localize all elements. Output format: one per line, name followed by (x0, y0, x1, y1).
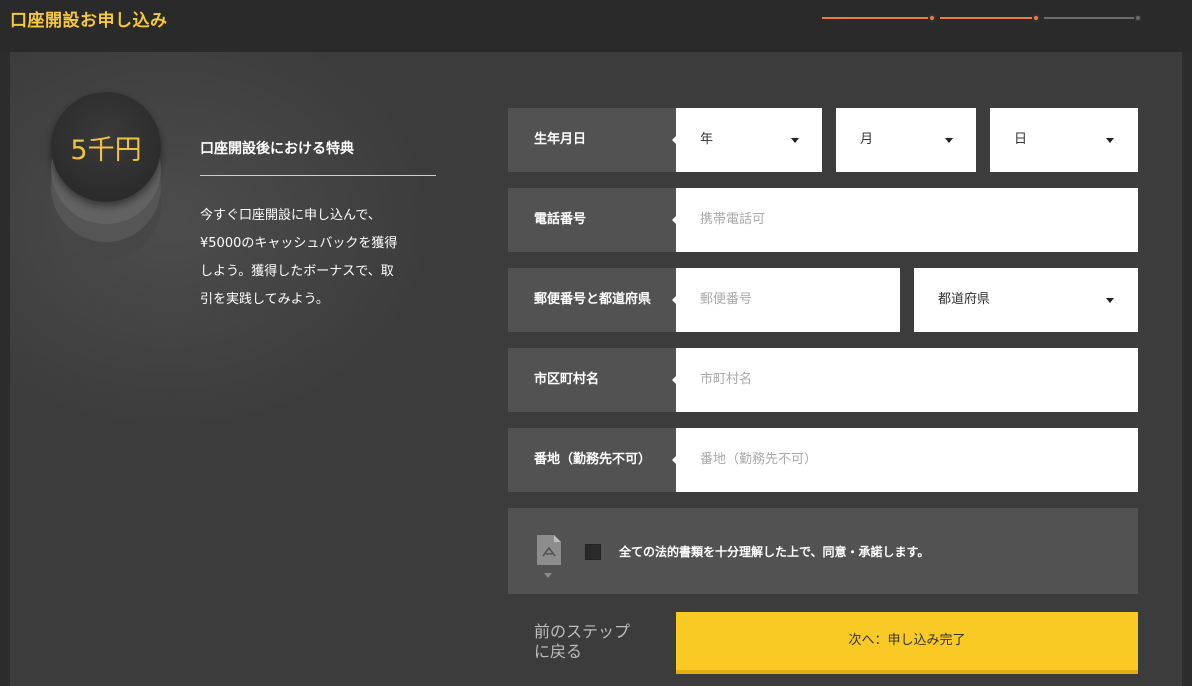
postal-label: 郵便番号と都道府県 (508, 268, 677, 332)
agreement-text: 全ての法的書類を十分理解した上で、同意・承諾します。 (619, 545, 930, 559)
birth-month-select[interactable]: 月 (836, 108, 976, 172)
phone-input[interactable]: 携帯電話可 (676, 188, 1138, 252)
benefit-description: 今すぐ口座開設に申し込んで、 ¥5000のキャッシュバックを獲得 しよう。獲得し… (200, 202, 430, 314)
header-bar: 口座開設お申し込み (0, 0, 1192, 52)
benefit-line: 今すぐ口座開設に申し込んで、 (200, 208, 381, 223)
birth-day-value: 日 (1014, 132, 1028, 147)
chevron-down-icon (791, 138, 799, 143)
page-title: 口座開設お申し込み (10, 11, 168, 31)
progress-step-2 (1032, 14, 1040, 22)
birth-month-value: 月 (860, 132, 874, 147)
address-input[interactable]: 番地（勤務先不可） (676, 428, 1138, 492)
birth-year-value: 年 (700, 132, 714, 147)
back-button-line: に戻る (534, 642, 583, 661)
birthdate-label: 生年月日 (508, 108, 677, 172)
city-label: 市区町村名 (508, 348, 677, 412)
benefit-line: ¥5000のキャッシュバックを獲得 (200, 236, 398, 251)
next-button[interactable]: 次へ：申し込み完了 (676, 612, 1138, 674)
chevron-down-icon (1106, 138, 1114, 143)
birth-day-select[interactable]: 日 (990, 108, 1138, 172)
prefecture-select[interactable]: 都道府県 (914, 268, 1138, 332)
chevron-down-icon (1106, 298, 1114, 303)
benefit-line: しよう。獲得したボーナスで、取 (200, 264, 394, 279)
progress-step-3 (1134, 14, 1142, 22)
benefit-title: 口座開設後における特典 (200, 141, 354, 157)
phone-label: 電話番号 (508, 188, 677, 252)
pdf-icon[interactable] (537, 535, 561, 565)
birth-year-select[interactable]: 年 (676, 108, 822, 172)
chevron-down-icon (544, 573, 552, 578)
address-label: 番地（勤務先不可） (508, 428, 677, 492)
progress-step-1 (928, 14, 936, 22)
progress-indicator (822, 11, 1144, 25)
chevron-down-icon (945, 138, 953, 143)
coin-label: 5千円 (70, 135, 142, 166)
agreement-checkbox[interactable] (585, 544, 601, 560)
prefecture-value: 都道府県 (938, 292, 991, 307)
city-input[interactable]: 市町村名 (676, 348, 1138, 412)
benefit-line: 引を実践してみよう。 (200, 292, 329, 307)
back-button-line: 前のステップ (534, 622, 631, 641)
progress-line-3 (1044, 17, 1134, 19)
benefit-divider (200, 175, 436, 176)
back-button[interactable]: 前のステップ に戻る (534, 622, 654, 662)
progress-line-1 (822, 17, 928, 19)
progress-line-2 (940, 17, 1032, 19)
postal-code-input[interactable]: 郵便番号 (676, 268, 900, 332)
